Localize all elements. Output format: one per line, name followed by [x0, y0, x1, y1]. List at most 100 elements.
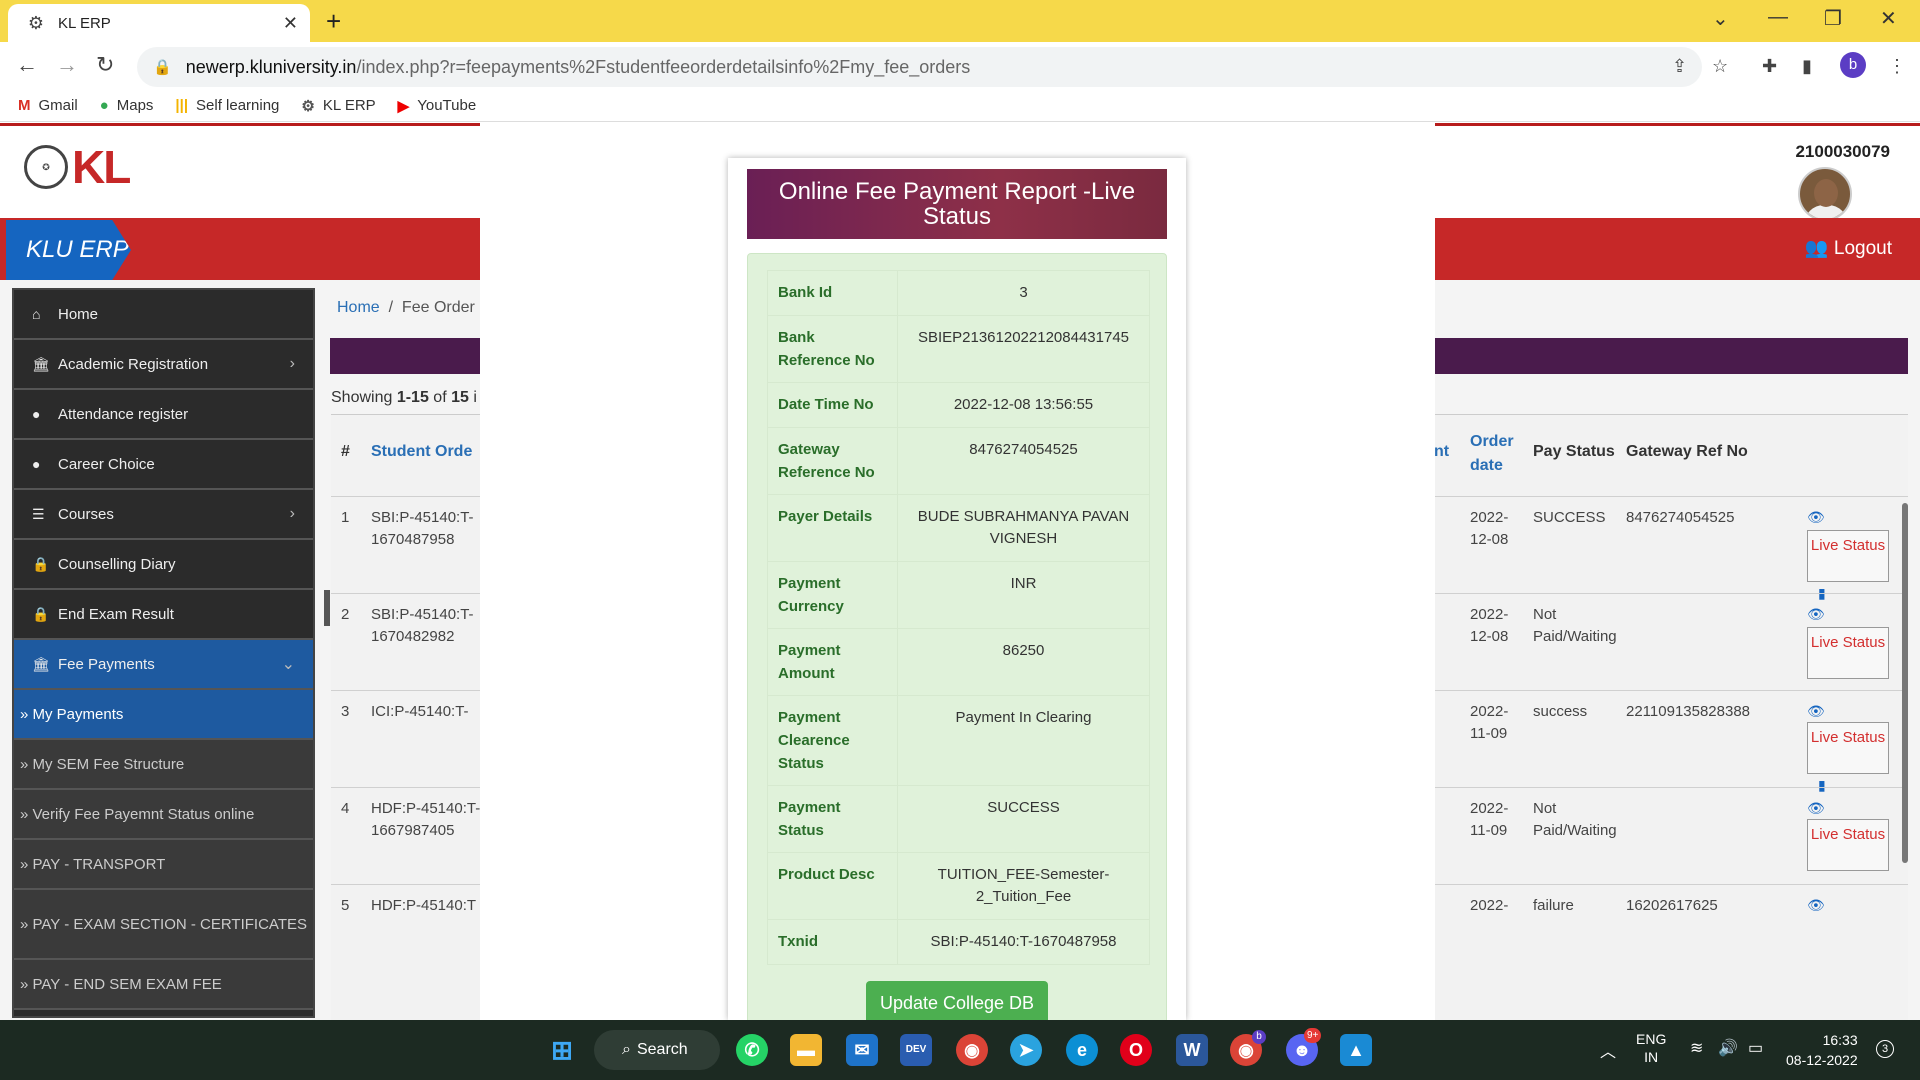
col-header-amount[interactable]: nt — [1434, 443, 1449, 461]
view-eye-icon[interactable]: 👁 — [1807, 703, 1825, 720]
share-icon[interactable]: ⇪ — [1672, 56, 1687, 77]
restore-icon[interactable]: ❐ — [1824, 6, 1842, 31]
col-header-order-date[interactable]: Order date — [1470, 430, 1520, 478]
windows-start-icon[interactable]: ⊞ — [546, 1034, 578, 1066]
chrome-icon[interactable]: ◉ — [956, 1034, 988, 1066]
language-indicator[interactable]: ENG IN — [1636, 1030, 1666, 1066]
breadcrumb-current: Fee Order — [401, 299, 475, 316]
detail-row: Payer Details BUDE SUBRAHMANYA PAVAN VIGN… — [767, 494, 1150, 562]
sidebar-item-counselling-diary[interactable]: 🔒 Counselling Diary — [14, 540, 313, 590]
sidebar-sub-pay-end-sem-exam[interactable]: » PAY - END SEM EXAM FEE — [14, 960, 313, 1010]
browser-tab[interactable]: ⚙ KL ERP ✕ — [8, 4, 310, 42]
tab-search-icon[interactable]: ⌄ — [1712, 6, 1729, 31]
reload-icon[interactable]: ↻ — [96, 52, 114, 78]
erp-brand[interactable]: KLU ERP — [6, 220, 131, 280]
col-header-pay-status: Pay Status — [1533, 443, 1615, 460]
sidebar-item-courses[interactable]: ☰ Courses › — [14, 490, 313, 540]
bookmark-star-icon[interactable]: ☆ — [1712, 56, 1728, 77]
telegram-icon[interactable]: ➤ — [1010, 1034, 1042, 1066]
site-favicon-icon: ⚙ — [27, 13, 45, 33]
users-icon: 👥 — [1804, 238, 1829, 259]
extensions-icon[interactable]: ✚ — [1762, 56, 1777, 77]
volume-icon[interactable]: 🔊 — [1718, 1038, 1738, 1058]
sidebar-sub-pay-transport[interactable]: » PAY - TRANSPORT — [14, 840, 313, 890]
sidebar-sub-pay-exam-section[interactable]: » PAY - EXAM SECTION - CERTIFICATES — [14, 890, 313, 960]
tray-chevron-up-icon[interactable]: ︿ — [1600, 1038, 1616, 1062]
university-seal-icon: ✪ — [24, 145, 68, 189]
live-status-button[interactable]: Live Status — [1807, 530, 1889, 582]
forward-icon[interactable]: → — [56, 52, 78, 78]
logout-button[interactable]: 👥 Logout — [1805, 236, 1892, 260]
live-status-button[interactable]: Live Status — [1807, 627, 1889, 679]
profile-avatar[interactable]: b — [1840, 52, 1866, 78]
wifi-icon[interactable]: ≋ — [1690, 1038, 1703, 1058]
kl-logo[interactable]: ✪ KL — [24, 140, 131, 194]
breadcrumb-home-link[interactable]: Home — [337, 299, 380, 316]
detail-row: Payment Clearence Status Payment In Clear… — [767, 695, 1150, 786]
detail-row: Payment Status SUCCESS — [767, 785, 1150, 853]
col-header-gateway-ref: Gateway Ref No — [1626, 443, 1748, 460]
bookmark-kl-erp[interactable]: ⚙ KL ERP — [301, 97, 375, 115]
sidebar-item-fee-payments[interactable]: 🏛 Fee Payments ⌄ — [14, 640, 313, 690]
whatsapp-icon[interactable]: ✆ — [736, 1034, 768, 1066]
dev-home-icon[interactable]: DEV — [900, 1034, 932, 1066]
user-avatar[interactable] — [1798, 167, 1852, 221]
sidebar-sub-sem-fee-structure[interactable]: » My SEM Fee Structure — [14, 740, 313, 790]
results-summary: Showing 1-15 of 15 i — [331, 389, 477, 406]
bank-icon: 🏛 — [32, 655, 50, 672]
taskbar-search[interactable]: ⌕ Search — [594, 1030, 720, 1070]
view-eye-icon[interactable]: 👁 — [1807, 606, 1825, 623]
edge-icon[interactable]: e — [1066, 1034, 1098, 1066]
discord-badge: 9+ — [1304, 1028, 1322, 1043]
opera-icon[interactable]: O — [1120, 1034, 1152, 1066]
bookmark-maps[interactable]: ● Maps — [100, 97, 154, 114]
address-bar[interactable]: 🔒 newerp.kluniversity.in/index.php?r=fee… — [137, 47, 1702, 87]
view-eye-icon[interactable]: 👁 — [1807, 800, 1825, 817]
sidebar-item-career-choice[interactable]: ● Career Choice — [14, 440, 313, 490]
sidebar-item-attendance[interactable]: ● Attendance register — [14, 390, 313, 440]
live-status-button[interactable]: Live Status — [1807, 722, 1889, 774]
browser-toolbar: ← → ↻ 🔒 newerp.kluniversity.in/index.php… — [0, 42, 1920, 90]
sidebar-sub-my-payments[interactable]: » My Payments — [14, 690, 313, 740]
live-status-modal: Online Fee Payment Report -Live Status B… — [728, 158, 1186, 1020]
side-panel-icon[interactable]: ▮ — [1802, 56, 1812, 77]
mail-icon[interactable]: ✉ — [846, 1034, 878, 1066]
clock[interactable]: 16:33 08-12-2022 — [1786, 1030, 1858, 1070]
sidebar-item-home[interactable]: ⌂ Home — [14, 290, 313, 340]
col-header-student-order[interactable]: Student Orde — [371, 443, 472, 461]
detail-row: Bank Reference No SBIEP213612022120844317… — [767, 315, 1150, 383]
page-scrollbar[interactable] — [1902, 503, 1908, 863]
sidebar-item-end-exam-result[interactable]: 🔒 End Exam Result — [14, 590, 313, 640]
menu-icon[interactable]: ⋮ — [1888, 56, 1906, 77]
file-explorer-icon[interactable]: ▬ — [790, 1034, 822, 1066]
photos-icon[interactable]: ▲ — [1340, 1034, 1372, 1066]
sidebar-sub-verify-fee-status[interactable]: » Verify Fee Payemnt Status online — [14, 790, 313, 840]
bookmark-youtube[interactable]: ▶ YouTube — [398, 97, 477, 115]
payment-details-table: Bank Id 3 Bank Reference No SBIEP213612022… — [767, 270, 1150, 965]
sidebar: ⌂ Home 🏛 Academic Registration › ● Attendanc… — [12, 288, 315, 1018]
live-status-button[interactable]: Live Status — [1807, 819, 1889, 871]
browser-tab-bar: ⚙ KL ERP ✕ + ⌄ — ❐ ✕ — [0, 0, 1920, 42]
detail-row: Txnid SBI:P-45140:T-1670487958 — [767, 919, 1150, 965]
new-tab-icon[interactable]: + — [326, 6, 341, 37]
col-header-num: # — [341, 443, 350, 460]
back-icon[interactable]: ← — [16, 52, 38, 78]
detail-row: Payment Currency INR — [767, 561, 1150, 629]
view-eye-icon[interactable]: 👁 — [1807, 509, 1825, 526]
word-icon[interactable]: W — [1176, 1034, 1208, 1066]
window-close-icon[interactable]: ✕ — [1880, 6, 1897, 31]
battery-icon[interactable]: ▭ — [1748, 1038, 1763, 1058]
bookmark-gmail[interactable]: M Gmail — [18, 97, 78, 114]
bar-chart-icon: ||| — [175, 97, 189, 114]
detail-row: Payment Amount 86250 — [767, 628, 1150, 696]
chrome-profile-badge: b — [1252, 1030, 1266, 1044]
sidebar-item-academic-registration[interactable]: 🏛 Academic Registration › — [14, 340, 313, 390]
bookmark-self-learning[interactable]: ||| Self learning — [175, 97, 279, 114]
tab-close-icon[interactable]: ✕ — [283, 13, 298, 34]
site-favicon-icon: ⚙ — [301, 97, 315, 115]
update-college-db-button[interactable]: Update College DB — [866, 981, 1048, 1020]
minimize-icon[interactable]: — — [1768, 6, 1788, 29]
url-text: newerp.kluniversity.in/index.php?r=feepa… — [185, 56, 971, 77]
view-eye-icon[interactable]: 👁 — [1807, 897, 1825, 914]
notification-badge[interactable]: 3 — [1876, 1040, 1894, 1058]
